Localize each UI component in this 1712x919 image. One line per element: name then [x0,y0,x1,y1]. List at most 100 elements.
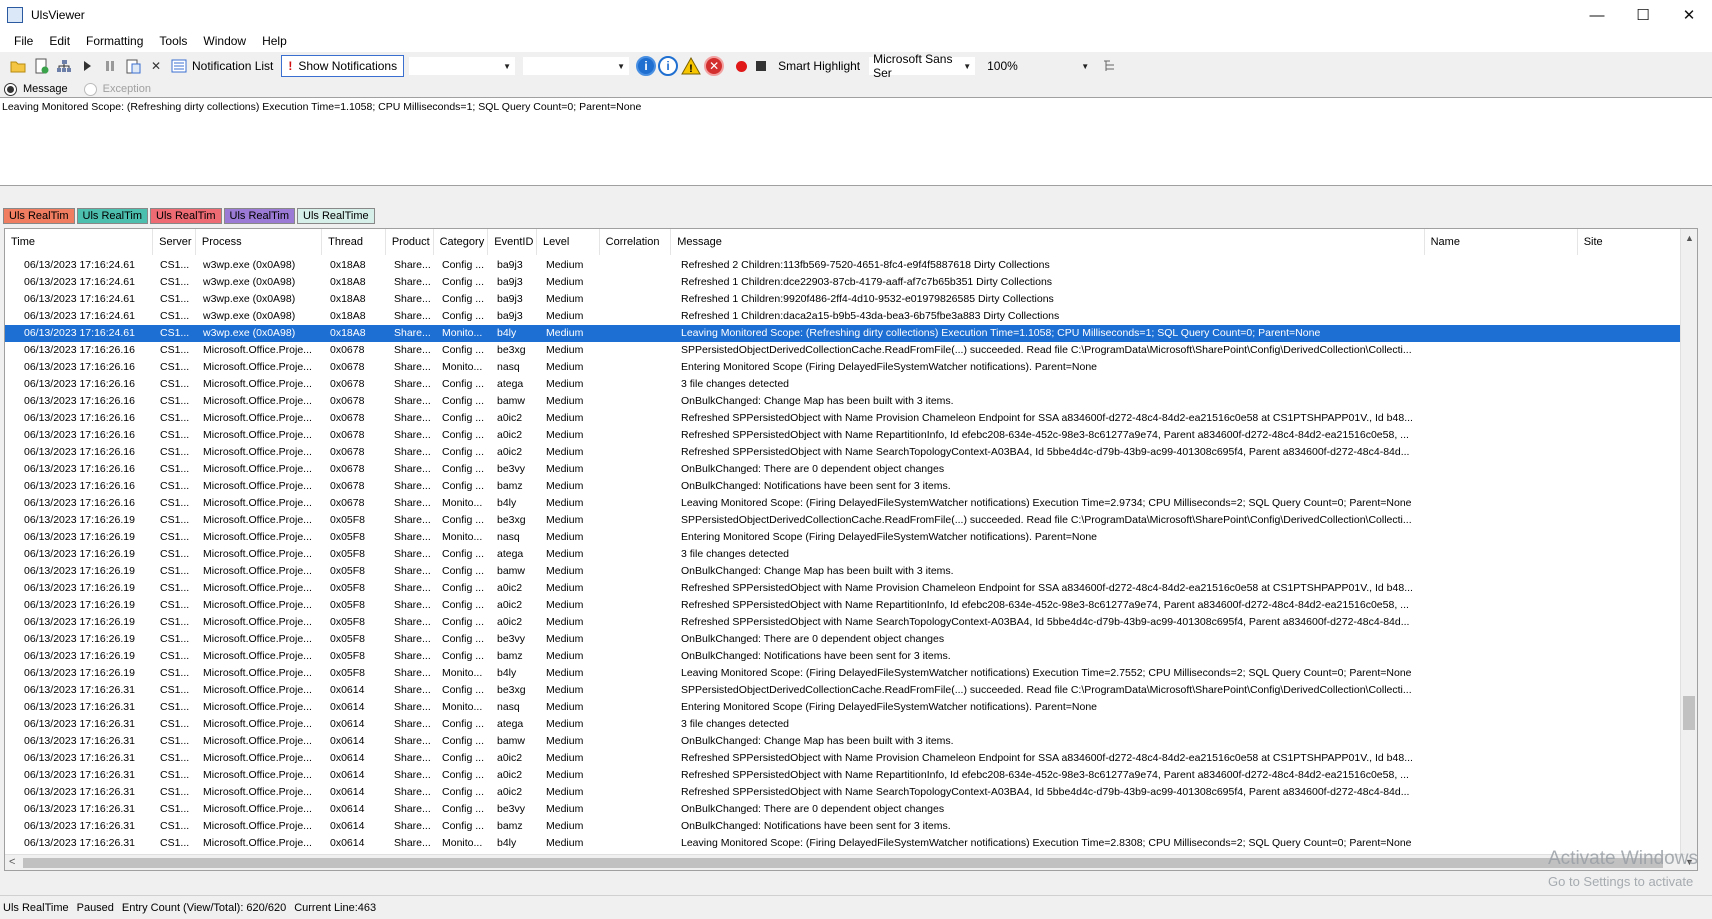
horizontal-scroll-thumb[interactable] [23,858,1663,868]
table-row[interactable]: 06/13/2023 17:16:26.31 CS1... Microsoft.Of… [5,733,1687,750]
table-row[interactable]: 06/13/2023 17:16:26.31 CS1... Microsoft.Of… [5,750,1687,767]
scroll-left-icon[interactable]: < [9,856,15,868]
warning-filter-icon[interactable]: ! [680,56,702,76]
table-row[interactable]: 06/13/2023 17:16:24.61 CS1... w3wp.exe (0x… [5,257,1687,274]
column-header-level[interactable]: Level [537,229,600,255]
table-row[interactable]: 06/13/2023 17:16:26.19 CS1... Microsoft.Of… [5,580,1687,597]
zoom-select[interactable]: 100% ▼ [982,56,1095,76]
cell-time: 06/13/2023 17:16:26.19 [24,667,135,679]
minimize-button[interactable]: — [1574,0,1620,30]
table-row[interactable]: 06/13/2023 17:16:26.19 CS1... Microsoft.Of… [5,546,1687,563]
column-header-correlation[interactable]: Correlation [600,229,672,255]
message-radio[interactable] [4,82,17,96]
cell-correlation [603,648,675,665]
open-folder-icon[interactable] [8,56,28,76]
column-header-product[interactable]: Product [386,229,434,255]
table-row[interactable]: 06/13/2023 17:16:26.16 CS1... Microsoft.Of… [5,495,1687,512]
message-detail-box[interactable]: Leaving Monitored Scope: (Refreshing dir… [0,97,1712,186]
play-icon[interactable] [77,56,97,76]
font-select[interactable]: Microsoft Sans Ser ▼ [868,52,977,80]
table-row[interactable]: 06/13/2023 17:16:26.19 CS1... Microsoft.Of… [5,631,1687,648]
table-row[interactable]: 06/13/2023 17:16:26.19 CS1... Microsoft.Of… [5,529,1687,546]
table-row[interactable]: 06/13/2023 17:16:26.19 CS1... Microsoft.Of… [5,597,1687,614]
server-tree-icon[interactable] [54,56,74,76]
table-row[interactable]: 06/13/2023 17:16:26.16 CS1... Microsoft.Of… [5,376,1687,393]
tab-uls-realtime-3[interactable]: Uls RealTim [150,208,222,224]
column-header-time[interactable]: Time [5,229,154,255]
filter-dropdown-2[interactable]: ▼ [522,56,631,76]
notification-list-icon[interactable] [169,56,189,76]
table-row[interactable]: 06/13/2023 17:16:26.19 CS1... Microsoft.Of… [5,614,1687,631]
verbose-filter-icon[interactable]: i [658,56,679,76]
table-row[interactable]: 06/13/2023 17:16:24.61 CS1... w3wp.exe (0x… [5,291,1687,308]
table-row[interactable]: 06/13/2023 17:16:26.16 CS1... Microsoft.Of… [5,342,1687,359]
tab-uls-realtime-1[interactable]: Uls RealTim [3,208,75,224]
table-row[interactable]: 06/13/2023 17:16:26.31 CS1... Microsoft.Of… [5,682,1687,699]
exception-radio[interactable] [83,82,97,96]
table-row[interactable]: 06/13/2023 17:16:26.16 CS1... Microsoft.Of… [5,359,1687,376]
clear-icon[interactable]: ✕ [146,56,166,76]
table-row[interactable]: 06/13/2023 17:16:26.16 CS1... Microsoft.Of… [5,393,1687,410]
table-row[interactable]: 06/13/2023 17:16:26.16 CS1... Microsoft.Of… [5,427,1687,444]
menu-help[interactable]: Help [254,32,295,50]
menu-edit[interactable]: Edit [41,32,78,50]
column-header-server[interactable]: Server [153,229,196,255]
table-row[interactable]: 06/13/2023 17:16:26.16 CS1... Microsoft.Of… [5,461,1687,478]
tab-uls-realtime-5[interactable]: Uls RealTime [297,208,375,224]
table-row[interactable]: 06/13/2023 17:16:26.31 CS1... Microsoft.Of… [5,699,1687,716]
pause-icon[interactable] [100,56,120,76]
filter-dropdown-1[interactable]: ▼ [408,56,517,76]
info-filter-icon[interactable]: i [636,56,657,76]
table-row[interactable]: 06/13/2023 17:16:26.19 CS1... Microsoft.Of… [5,512,1687,529]
column-header-process[interactable]: Process [196,229,323,255]
maximize-button[interactable]: ☐ [1620,0,1666,30]
smart-highlight-button[interactable]: Smart Highlight [778,59,860,73]
table-row[interactable]: 06/13/2023 17:16:26.16 CS1... Microsoft.Of… [5,410,1687,427]
record-icon[interactable] [736,60,748,72]
cell-level: Medium [546,837,584,849]
table-row[interactable]: 06/13/2023 17:16:24.61 CS1... w3wp.exe (0x… [5,325,1687,342]
table-row[interactable]: 06/13/2023 17:16:24.61 CS1... w3wp.exe (0x… [5,308,1687,325]
table-row[interactable]: 06/13/2023 17:16:26.19 CS1... Microsoft.Of… [5,563,1687,580]
column-header-category[interactable]: Category [434,229,489,255]
menu-window[interactable]: Window [195,32,254,50]
table-row[interactable]: 06/13/2023 17:16:26.31 CS1... Microsoft.Of… [5,767,1687,784]
clipboard-icon[interactable] [123,56,143,76]
tree-view-icon[interactable] [1100,56,1120,76]
scroll-up-icon[interactable]: ▲ [1681,229,1697,246]
close-button[interactable]: ✕ [1666,0,1712,30]
table-row[interactable]: 06/13/2023 17:16:26.31 CS1... Microsoft.Of… [5,716,1687,733]
cell-correlation [603,733,675,750]
vertical-scroll-thumb[interactable] [1683,696,1695,730]
table-row[interactable]: 06/13/2023 17:16:26.31 CS1... Microsoft.Of… [5,784,1687,801]
stop-icon[interactable] [756,61,767,71]
vertical-scrollbar[interactable]: ▲ ▼ [1680,229,1697,870]
menu-tools[interactable]: Tools [151,32,195,50]
table-row[interactable]: 06/13/2023 17:16:26.31 CS1... Microsoft.Of… [5,818,1687,835]
cell-time: 06/13/2023 17:16:26.16 [24,395,135,407]
column-header-name[interactable]: Name [1425,229,1578,255]
cell-product: Share... [394,820,431,832]
table-row[interactable]: 06/13/2023 17:16:26.19 CS1... Microsoft.Of… [5,665,1687,682]
table-row[interactable]: 06/13/2023 17:16:26.31 CS1... Microsoft.Of… [5,835,1687,852]
table-row[interactable]: 06/13/2023 17:16:26.19 CS1... Microsoft.Of… [5,648,1687,665]
tab-uls-realtime-4[interactable]: Uls RealTim [223,208,295,224]
notification-list-button[interactable]: Notification List [192,59,273,73]
show-notifications-button[interactable]: ! Show Notifications [281,55,405,77]
log-grid[interactable]: Time Server Process Thread Product Category Ev… [4,228,1698,871]
table-row[interactable]: 06/13/2023 17:16:26.16 CS1... Microsoft.Of… [5,444,1687,461]
column-header-eventid[interactable]: EventID [488,229,537,255]
column-header-thread[interactable]: Thread [322,229,386,255]
column-header-message[interactable]: Message [671,229,1425,255]
menu-formatting[interactable]: Formatting [78,32,151,50]
cell-time: 06/13/2023 17:16:26.16 [24,446,135,458]
table-row[interactable]: 06/13/2023 17:16:26.16 CS1... Microsoft.Of… [5,478,1687,495]
new-file-icon[interactable] [31,56,51,76]
table-row[interactable]: 06/13/2023 17:16:26.31 CS1... Microsoft.Of… [5,801,1687,818]
cell-time: 06/13/2023 17:16:26.16 [24,344,135,356]
error-filter-icon[interactable]: ✕ [704,56,725,76]
table-row[interactable]: 06/13/2023 17:16:24.61 CS1... w3wp.exe (0x… [5,274,1687,291]
tab-uls-realtime-2[interactable]: Uls RealTim [76,208,148,224]
horizontal-scrollbar[interactable]: < [5,854,1685,870]
menu-file[interactable]: File [6,32,41,50]
